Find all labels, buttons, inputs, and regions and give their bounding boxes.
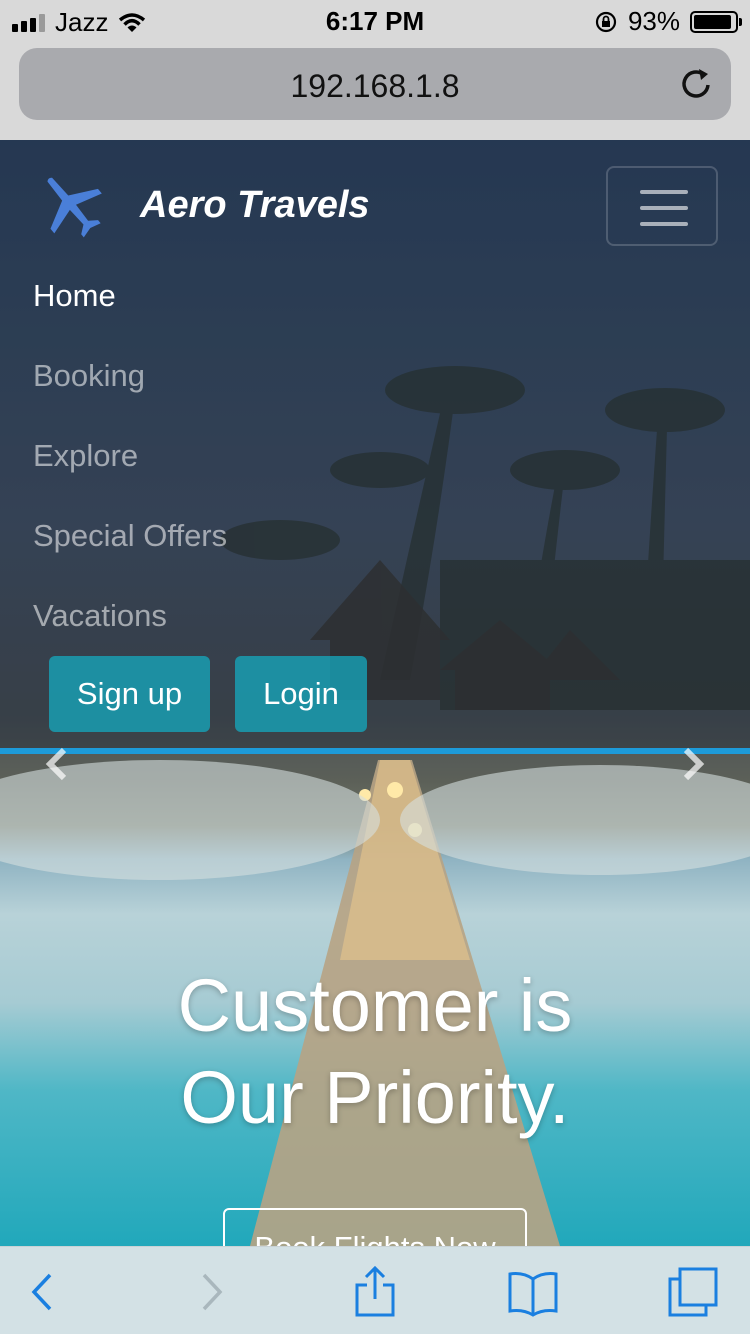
tabs-icon[interactable] xyxy=(666,1265,720,1319)
back-icon[interactable] xyxy=(16,1265,70,1319)
signup-button[interactable]: Sign up xyxy=(49,656,210,732)
status-bar: Jazz 6:17 PM 93% xyxy=(0,0,750,40)
login-button[interactable]: Login xyxy=(235,656,367,732)
address-bar[interactable]: 192.168.1.8 xyxy=(19,48,731,120)
battery-percent: 93% xyxy=(627,6,680,36)
navbar-collapse: Aero Travels Home Booking Explore Specia… xyxy=(0,140,750,748)
nav-links: Home Booking Explore Special Offers Vaca… xyxy=(33,278,227,678)
browser-toolbar xyxy=(0,1246,750,1334)
nav-item-special-offers[interactable]: Special Offers xyxy=(33,518,227,598)
hero-section: Aero Travels Home Booking Explore Specia… xyxy=(0,140,750,1246)
address-url[interactable]: 192.168.1.8 xyxy=(19,68,731,105)
hamburger-icon[interactable] xyxy=(606,166,718,246)
navbar-brand[interactable]: Aero Travels xyxy=(38,170,370,240)
share-icon[interactable] xyxy=(348,1265,402,1319)
carousel-top-bar xyxy=(0,748,750,754)
bookmarks-icon[interactable] xyxy=(506,1265,560,1319)
nav-item-home[interactable]: Home xyxy=(33,278,227,358)
battery-icon xyxy=(690,10,742,33)
chevron-right-icon[interactable] xyxy=(672,744,712,784)
brand-name: Aero Travels xyxy=(140,183,370,226)
airplane-icon xyxy=(47,177,102,238)
orientation-lock-icon xyxy=(595,11,617,32)
hero-headline: Customer is Our Priority. xyxy=(0,960,750,1144)
forward-icon xyxy=(184,1265,238,1319)
nav-item-booking[interactable]: Booking xyxy=(33,358,227,438)
browser-address-area: 192.168.1.8 xyxy=(0,40,750,140)
hero-headline-line2: Our Priority. xyxy=(180,1056,570,1139)
nav-item-explore[interactable]: Explore xyxy=(33,438,227,518)
reload-icon[interactable] xyxy=(677,64,717,104)
hero-headline-line1: Customer is xyxy=(177,964,573,1047)
status-right: 93% xyxy=(594,6,742,37)
battery-fill xyxy=(694,14,732,29)
book-flights-button[interactable]: Book Flights Now xyxy=(223,1208,527,1246)
chevron-left-icon[interactable] xyxy=(38,744,78,784)
